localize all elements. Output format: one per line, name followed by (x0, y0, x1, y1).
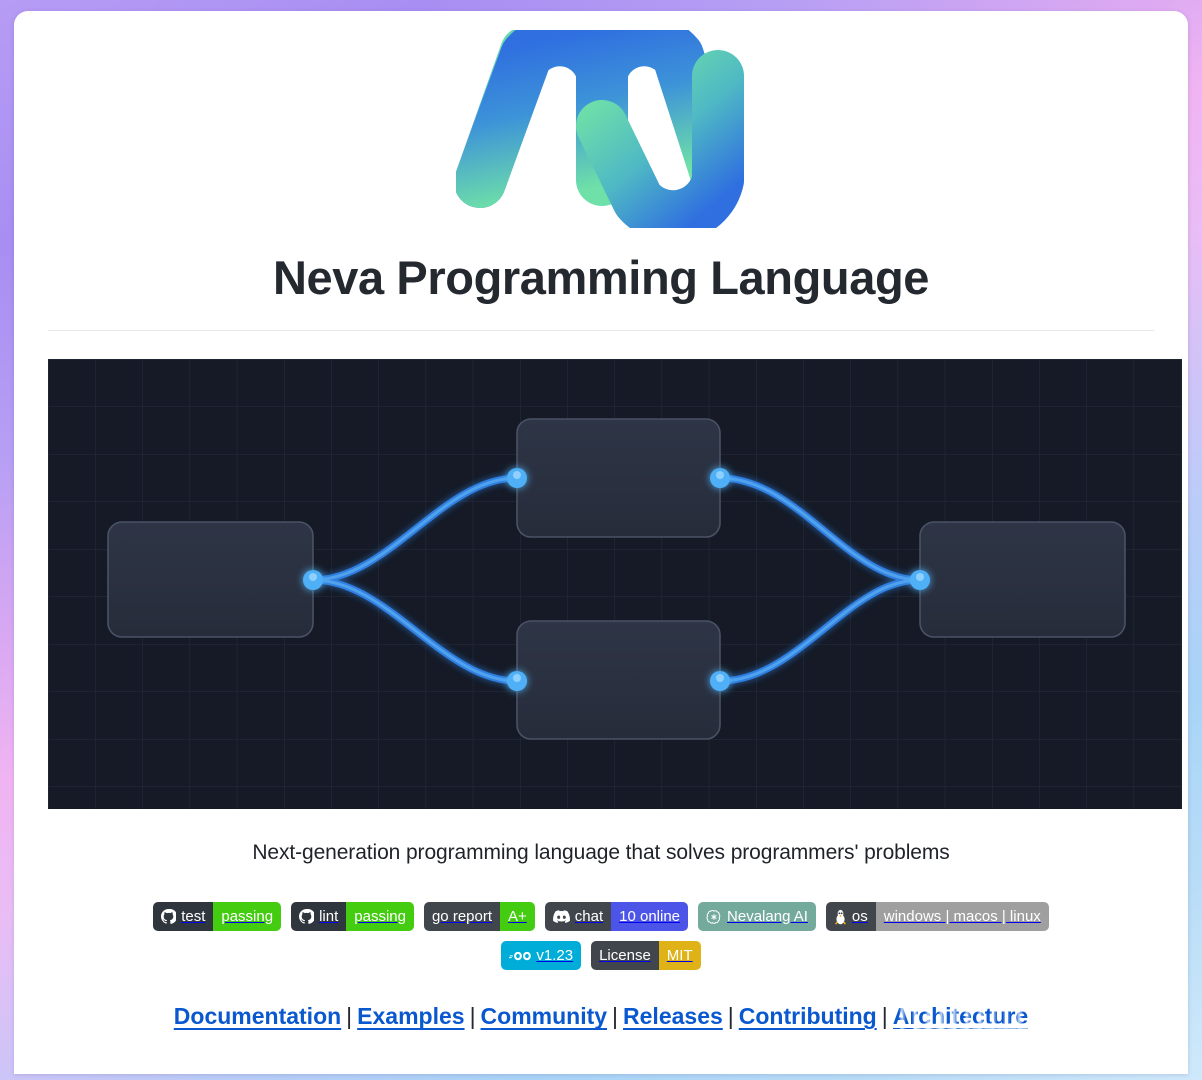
badge-nevalang-ai-label: Nevalang AI (727, 908, 808, 926)
badge-license-label: License (591, 941, 659, 971)
badge-test-status: passing (213, 902, 282, 932)
page-title: Neva Programming Language (273, 251, 929, 304)
link-architecture[interactable]: Architecture (893, 1003, 1028, 1029)
github-icon (299, 909, 315, 925)
diagram-node-top (516, 418, 721, 539)
title-divider (48, 330, 1154, 332)
badge-test-label: test (181, 908, 206, 926)
diagram-node-left (107, 521, 314, 639)
badge-test[interactable]: test passing (153, 902, 282, 932)
link-separator: | (881, 1003, 888, 1030)
dataflow-diagram (48, 359, 1182, 810)
badge-lint-status: passing (346, 902, 414, 932)
badge-row-secondary: v1.23 License MIT (48, 941, 1154, 971)
link-releases[interactable]: Releases (623, 1003, 723, 1029)
badge-os[interactable]: os windows | macos | linux (825, 902, 1049, 932)
openai-icon (706, 909, 721, 924)
badge-os-label: os (851, 908, 868, 926)
badge-discord-chat[interactable]: chat 10 online (544, 902, 689, 932)
link-contributing[interactable]: Contributing (739, 1003, 877, 1029)
logo-container (48, 11, 1154, 228)
badge-lint[interactable]: lint passing (291, 902, 414, 932)
link-separator: | (469, 1003, 476, 1030)
capture-overlay-artifact (914, 1023, 1188, 1074)
nav-links: Documentation | Examples | Community | Release… (48, 1003, 1154, 1030)
link-separator: | (727, 1003, 734, 1030)
badge-nevalang-ai[interactable]: Nevalang AI (698, 902, 816, 932)
link-separator: | (612, 1003, 619, 1030)
github-icon (161, 909, 177, 925)
badge-discord-online-count: 10 online (611, 902, 689, 932)
badge-os-platforms: windows | macos | linux (875, 902, 1049, 932)
discord-icon (552, 910, 570, 924)
badge-discord-label: chat (574, 908, 604, 926)
badge-license-value: MIT (658, 941, 701, 971)
link-separator: | (346, 1003, 353, 1030)
link-examples[interactable]: Examples (357, 1003, 464, 1029)
badge-license[interactable]: License MIT (591, 941, 701, 971)
badge-go-report-grade: A+ (500, 902, 535, 932)
diagram-node-bottom (516, 620, 721, 741)
badge-row-primary: test passing lint passing go report A+ c… (48, 902, 1154, 932)
link-documentation[interactable]: Documentation (174, 1003, 341, 1029)
badge-go-report[interactable]: go report A+ (423, 902, 535, 932)
badge-go-version-label: v1.23 (536, 947, 574, 965)
link-community[interactable]: Community (481, 1003, 608, 1029)
tagline: Next-generation programming language tha… (252, 841, 950, 865)
readme-page-card: Neva Programming Language Next-generatio… (14, 11, 1188, 1074)
neva-logo (456, 30, 744, 228)
badge-go-report-label: go report (423, 902, 501, 932)
readme-content: Neva Programming Language Next-generatio… (14, 11, 1188, 1030)
badge-lint-label: lint (319, 908, 339, 926)
linux-icon (834, 909, 846, 925)
diagram-node-right (919, 521, 1126, 639)
dataflow-diagram-panel (48, 359, 1182, 810)
badge-go-version[interactable]: v1.23 (501, 941, 582, 971)
go-gopher-icon (509, 951, 532, 960)
